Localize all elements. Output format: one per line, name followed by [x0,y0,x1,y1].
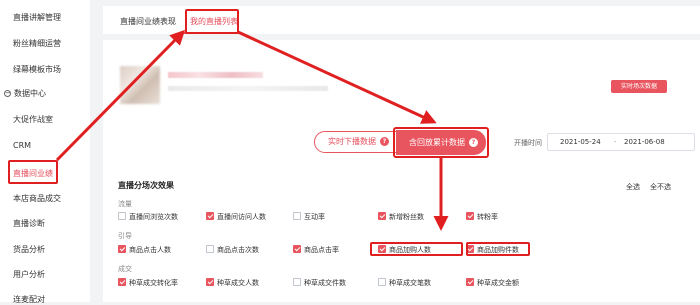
sidebar: 直播讲解管理 粉丝精细运营 绿幕模板市场 − 数据中心 大促作战室 CRM 直播间… [0,0,90,305]
metric-option-deal-users[interactable]: 种草成交人数 [206,278,259,288]
metric-option-deal-amount[interactable]: 种草成交金额 [466,278,519,288]
sidebar-item-pairing[interactable]: 连麦配对 [13,294,45,305]
date-end[interactable]: 2021-06-08 [624,138,665,146]
checkbox-unchecked[interactable] [378,278,386,286]
metric-option-views[interactable]: 直播间浏览次数 [118,212,178,222]
annotation-box-sidebar [8,160,58,184]
sidebar-item-goods-analysis[interactable]: 货品分析 [13,244,45,255]
metric-option-fan-rate[interactable]: 转粉率 [466,212,498,222]
annotation-box-tab [185,9,239,34]
blurred-live-info [168,86,328,91]
group-label-guide: 引导 [118,232,132,240]
sidebar-item-live-diagnosis[interactable]: 直播诊断 [13,218,45,229]
checkbox-checked[interactable] [118,278,126,286]
sidebar-group-label: 数据中心 [14,89,46,98]
checkbox-checked[interactable] [118,245,126,253]
metric-option-conversion-rate[interactable]: 种草成交转化率 [118,278,178,288]
sidebar-item-crm[interactable]: CRM [13,141,31,150]
checkbox-checked[interactable] [466,212,474,220]
sidebar-item-greenscreen[interactable]: 绿幕模板市场 [13,64,61,75]
metric-option-deal-orders[interactable]: 种草成交笔数 [378,278,431,288]
annotation-box-add-cart-items [466,242,530,256]
metric-option-label: 互动率 [304,213,325,221]
metric-option-visitors[interactable]: 直播间访问人数 [206,212,266,222]
checkbox-checked[interactable] [466,278,474,286]
date-range-label: 开播时间 [514,139,542,147]
group-label-deal: 成交 [118,265,132,273]
checkbox-unchecked[interactable] [118,212,126,220]
blurred-anchor-name [168,72,263,78]
toggle-left-label: 实时下播数据 [328,137,376,146]
date-start[interactable]: 2021-05-24 [560,138,601,146]
metric-option-click-times[interactable]: 商品点击次数 [206,245,259,255]
metric-option-label: 种草成交转化率 [129,279,178,287]
metric-option-label: 商品点击次数 [217,246,259,254]
sidebar-item-shop-goods[interactable]: 本店商品成交 [13,193,61,204]
metric-option-interaction-rate[interactable]: 互动率 [293,212,325,222]
checkbox-checked[interactable] [378,212,386,220]
checkbox-checked[interactable] [206,212,214,220]
select-none-link[interactable]: 全不选 [650,182,671,192]
metric-option-new-fans[interactable]: 新增粉丝数 [378,212,424,222]
checkbox-unchecked[interactable] [293,212,301,220]
metric-option-click-users[interactable]: 商品点击人数 [118,245,171,255]
group-label-traffic: 流量 [118,200,132,208]
metric-option-label: 新增粉丝数 [389,213,424,221]
metric-option-label: 种草成交笔数 [389,279,431,287]
checkbox-checked[interactable] [293,245,301,253]
select-all-link[interactable]: 全选 [626,182,640,192]
section-title: 直播分场次效果 [118,181,174,190]
checkbox-checked[interactable] [206,278,214,286]
main-panel [103,40,700,302]
sidebar-item-live-explain[interactable]: 直播讲解管理 [13,12,61,23]
collapse-icon: − [4,89,11,97]
metric-option-label: 种草成交件数 [304,279,346,287]
metric-option-label: 种草成交金额 [477,279,519,287]
sidebar-item-user-analysis[interactable]: 用户分析 [13,269,45,280]
metric-option-label: 种草成交人数 [217,279,259,287]
realtime-offair-toggle[interactable]: 实时下播数据? [314,131,398,153]
sidebar-group-data-center[interactable]: − 数据中心 [4,88,46,99]
checkbox-unchecked[interactable] [293,278,301,286]
avatar [120,66,160,104]
metric-option-label: 转粉率 [477,213,498,221]
date-separator: - [614,138,617,146]
sidebar-item-promo-room[interactable]: 大促作战室 [13,114,53,125]
metric-option-label: 直播间浏览次数 [129,213,178,221]
metric-option-deal-items[interactable]: 种草成交件数 [293,278,346,288]
metric-option-label: 商品点击率 [304,246,339,254]
sidebar-item-fans[interactable]: 粉丝精细运营 [13,38,61,49]
tab-live-performance[interactable]: 直播间业绩表现 [120,16,176,27]
realtime-data-button[interactable]: 实时场次数据 [611,80,667,93]
annotation-box-add-cart-users [370,242,463,256]
metric-option-label: 商品点击人数 [129,246,171,254]
checkbox-unchecked[interactable] [206,245,214,253]
annotation-box-toggle [393,127,489,158]
date-range-picker[interactable]: 2021-05-24 - 2021-06-08 [547,133,695,151]
help-icon[interactable]: ? [380,137,389,146]
metric-option-click-rate[interactable]: 商品点击率 [293,245,339,255]
metric-option-label: 直播间访问人数 [217,213,266,221]
